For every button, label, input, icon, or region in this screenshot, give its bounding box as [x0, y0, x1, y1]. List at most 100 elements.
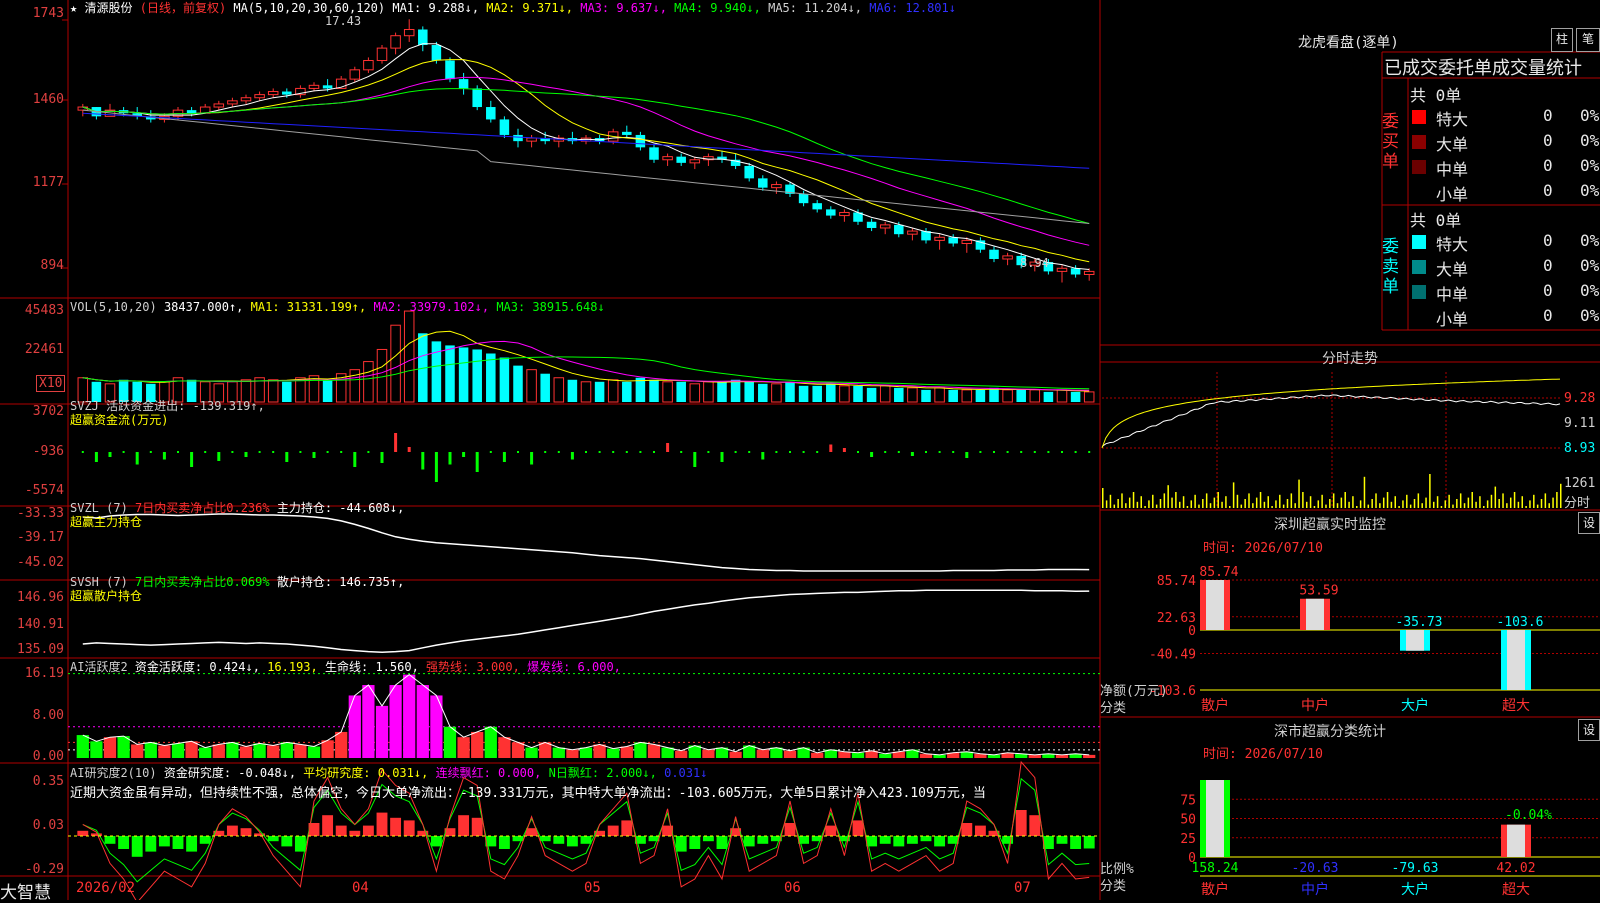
ai-active-value: 资金活跃度: 0.424↓, — [134, 660, 260, 674]
order-percent: 0% — [1580, 231, 1600, 250]
period-label[interactable]: (日线，前复权) — [140, 1, 226, 15]
ai-research-axis-label: -0.29 — [24, 862, 64, 877]
volume-bar — [961, 389, 973, 403]
flow-bar — [897, 451, 900, 453]
high-price-mark: 17.43 — [325, 14, 362, 28]
ai-strong-line: 强势线: 3.000, — [426, 660, 520, 674]
tick-view-button[interactable]: 笔 — [1576, 28, 1600, 52]
brand-logo[interactable]: 大智慧 — [0, 878, 51, 903]
research-bar — [607, 825, 619, 836]
intraday-volume-bar — [1544, 493, 1547, 508]
intraday-volume-bar — [1248, 493, 1250, 508]
volume-bar — [499, 357, 510, 402]
active-bar — [171, 743, 185, 758]
svzl-line — [82, 513, 1090, 572]
flow-bar — [1074, 451, 1077, 453]
flow-bar — [829, 444, 833, 452]
intraday-volume-bar — [1240, 504, 1243, 508]
active-bar — [634, 742, 647, 758]
intraday-volume-bar — [1479, 496, 1481, 508]
flow-bar — [1088, 451, 1091, 453]
intraday-volume-bar — [1182, 496, 1185, 508]
monitor-category: 超大 — [1502, 698, 1530, 714]
research-bar — [349, 830, 361, 836]
ma-line — [82, 59, 1090, 263]
active-bar — [253, 743, 266, 758]
intraday-volume-bar — [1236, 494, 1239, 508]
flow-bar — [666, 443, 670, 452]
monitor-category: 中户 — [1301, 697, 1329, 714]
flow-bar — [993, 451, 995, 453]
active-bar — [267, 745, 280, 758]
intraday-volume-bar — [1309, 496, 1312, 508]
flow-bar — [177, 451, 179, 453]
order-percent: 0% — [1580, 106, 1600, 125]
active-bar — [471, 731, 484, 758]
volume-bar — [975, 389, 986, 402]
volume-bar — [1043, 391, 1054, 402]
volume-bar — [1029, 389, 1041, 403]
intraday-volume-bar — [1444, 500, 1447, 508]
active-bar — [199, 747, 212, 758]
intraday-volume-bar — [1329, 499, 1331, 508]
volume-bar — [921, 389, 931, 402]
flow-bar — [585, 451, 587, 453]
star-icon[interactable]: ★ — [70, 1, 77, 15]
monitor-category: 大户 — [1401, 697, 1429, 714]
candle-body — [186, 110, 197, 114]
candle-body — [689, 159, 701, 164]
svzl-axis-label: -39.17 — [17, 530, 64, 545]
flow-bar — [816, 451, 819, 453]
candle-body — [839, 211, 850, 217]
intraday-axis-label: 9.28 — [1564, 391, 1596, 406]
order-count: 0 — [1543, 106, 1553, 125]
intraday-volume-bar — [1294, 503, 1296, 508]
volume-bar — [662, 381, 673, 403]
intraday-volume-bar — [1152, 494, 1154, 508]
research-bar — [1083, 836, 1095, 849]
research-bar — [145, 836, 157, 852]
ma2-value: MA2: 9.371↓, — [486, 1, 573, 15]
active-bar — [226, 742, 239, 758]
active-bar — [144, 742, 157, 758]
active-bar — [675, 750, 688, 758]
intraday-avg-line — [1101, 378, 1561, 449]
monitor-value-label: 85.74 — [1199, 565, 1238, 580]
intraday-volume-bar — [1448, 494, 1450, 508]
intraday-volume-bar — [1409, 504, 1412, 508]
monitor-settings-button[interactable]: 设 — [1578, 512, 1600, 534]
intraday-volume-bar — [1155, 504, 1158, 508]
intraday-volume-bar — [1548, 503, 1550, 508]
order-count: 0 — [1543, 231, 1553, 250]
candle-body — [526, 137, 537, 142]
classify-time: 时间: 2026/07/10 — [1203, 747, 1323, 762]
research-bar — [553, 836, 565, 844]
bar-view-button[interactable]: 柱 — [1551, 28, 1573, 52]
intraday-title: 分时走势 — [1322, 351, 1378, 367]
classify-axis-label: 50 — [1180, 813, 1196, 828]
svsh-ratio: 7日内买卖净占比0.069% — [135, 575, 270, 589]
classify-axis-label: 75 — [1180, 793, 1196, 808]
volume-bar — [282, 381, 292, 402]
order-color-swatch — [1412, 110, 1426, 124]
monitor-bar-inner — [1406, 630, 1424, 651]
active-bar — [375, 705, 389, 758]
volume-bar — [607, 379, 619, 403]
volume-bar — [567, 379, 578, 402]
ai-research-tail: 0.031↓ — [664, 766, 708, 780]
ai-active-header: AI活跃度2 资金活跃度: 0.424↓, 16.193, 生命线: 1.560… — [70, 659, 621, 675]
active-bar — [661, 747, 674, 758]
classify-settings-button[interactable]: 设 — [1578, 719, 1600, 741]
volume-bar — [267, 379, 279, 403]
intraday-volume-bar — [1340, 497, 1343, 508]
volume-unit-badge: X10 — [36, 375, 66, 392]
research-bar — [702, 836, 714, 842]
flow-bar — [448, 452, 452, 465]
intraday-volume-bar — [1336, 503, 1339, 508]
research-bar — [566, 836, 578, 847]
flow-bar — [979, 451, 982, 453]
classify-value-label: 42.02 — [1496, 861, 1535, 876]
low-price-mark: 8.94 — [1020, 256, 1049, 270]
volume-bar — [879, 385, 891, 403]
intraday-volume-bar — [1452, 504, 1454, 508]
